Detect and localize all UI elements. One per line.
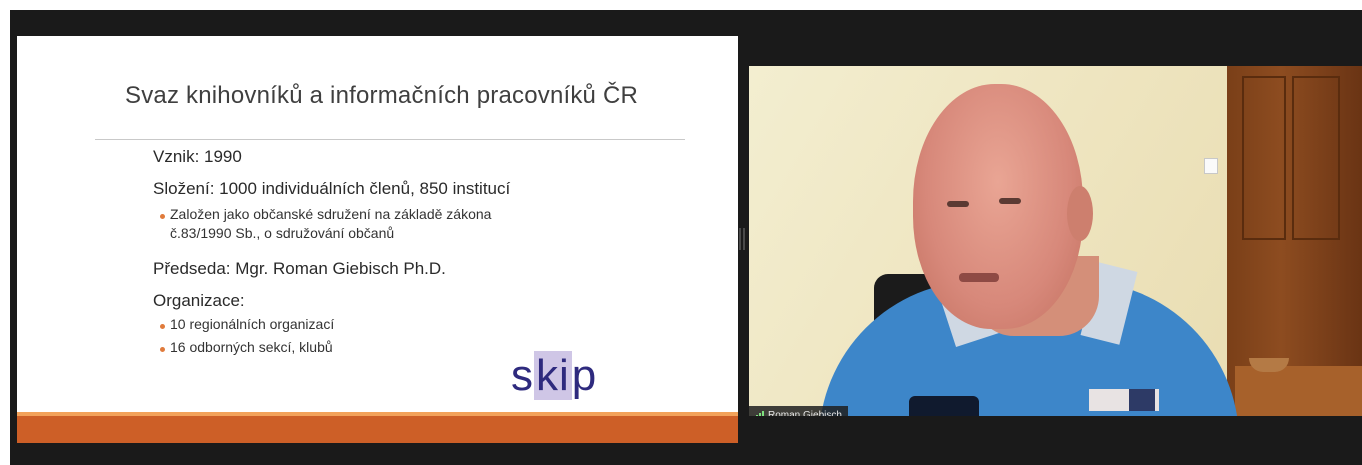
participant-name-tag: Roman Giebisch bbox=[749, 406, 848, 416]
slide-title: Svaz knihovníků a informačních pracovník… bbox=[125, 82, 639, 109]
shelf bbox=[1235, 366, 1362, 416]
logo-part-2: p bbox=[571, 351, 598, 400]
participant-mouth bbox=[959, 273, 999, 282]
bullet-dot bbox=[160, 214, 165, 219]
participant-eye bbox=[947, 201, 969, 207]
slide-subline-legal-1: Založen jako občanské sdružení na základ… bbox=[170, 206, 492, 222]
signal-strength-icon bbox=[753, 410, 764, 416]
bullet-dot bbox=[160, 347, 165, 352]
slide-line-membership: Složení: 1000 individuálních členů, 850 … bbox=[153, 179, 511, 198]
slide-line-organization: Organizace: bbox=[153, 291, 245, 310]
meeting-stage: Svaz knihovníků a informačních pracovník… bbox=[10, 10, 1362, 465]
logo-part-1: s bbox=[511, 351, 534, 400]
door-panel bbox=[1292, 76, 1340, 240]
door-panel bbox=[1242, 76, 1286, 240]
slide-divider bbox=[95, 139, 685, 140]
flag-patch bbox=[1129, 389, 1155, 411]
logo-highlight: ki bbox=[534, 351, 572, 400]
participant-ear bbox=[1067, 186, 1093, 241]
participant-eye bbox=[999, 198, 1021, 204]
participant-video-tile[interactable]: Roman Giebisch bbox=[749, 66, 1362, 416]
slide-footer-bar bbox=[17, 412, 738, 443]
splitter-handle[interactable] bbox=[739, 228, 745, 250]
slide-subline-sections: 16 odborných sekcí, klubů bbox=[170, 339, 333, 355]
shirt-logo bbox=[909, 396, 979, 416]
slide-subline-legal-2: č.83/1990 Sb., o sdružování občanů bbox=[170, 225, 395, 241]
skip-logo: skip bbox=[511, 351, 597, 401]
shared-screen-slide[interactable]: Svaz knihovníků a informačních pracovník… bbox=[17, 36, 738, 443]
participant-head bbox=[913, 84, 1083, 329]
participant-name: Roman Giebisch bbox=[768, 410, 842, 416]
slide-line-chair: Předseda: Mgr. Roman Giebisch Ph.D. bbox=[153, 259, 446, 278]
slide-subline-regional: 10 regionálních organizací bbox=[170, 316, 335, 332]
slide-line-founded: Vznik: 1990 bbox=[153, 147, 242, 166]
wall-socket bbox=[1204, 158, 1218, 174]
bullet-dot bbox=[160, 324, 165, 329]
